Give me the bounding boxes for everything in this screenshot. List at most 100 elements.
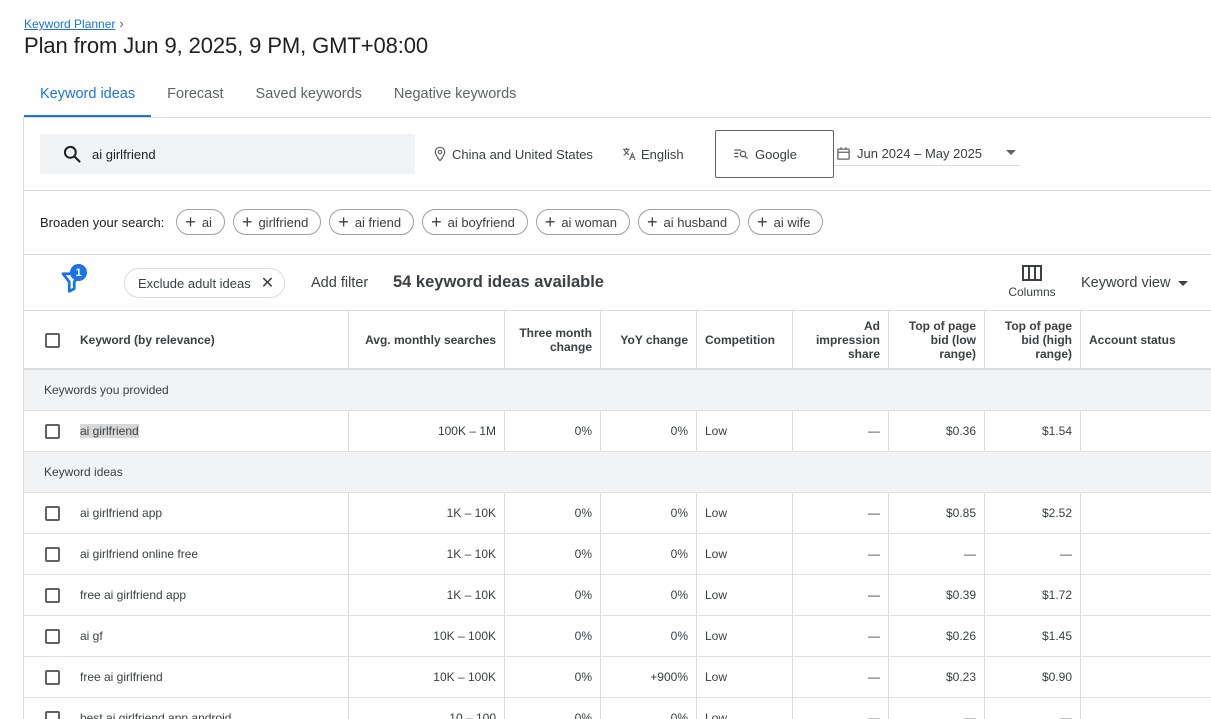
select-all-checkbox[interactable] bbox=[45, 332, 60, 348]
cell-competition: Low bbox=[696, 411, 792, 451]
cell-account bbox=[1080, 575, 1211, 615]
cell-value: 0% bbox=[574, 711, 592, 719]
row-checkbox[interactable] bbox=[45, 670, 60, 685]
table-row[interactable]: free ai girlfriend 10K – 100K 0% +900% Low — $… bbox=[24, 657, 1211, 698]
column-header-impression-share[interactable]: Ad impression share bbox=[792, 311, 888, 368]
cell-value: +900% bbox=[650, 670, 688, 684]
tab-keyword-ideas[interactable]: Keyword ideas bbox=[24, 72, 152, 118]
cell-value: — bbox=[964, 711, 976, 719]
row-checkbox[interactable] bbox=[45, 588, 60, 603]
cell-value: $1.54 bbox=[1041, 424, 1072, 438]
plus-icon: + bbox=[338, 212, 349, 232]
row-checkbox[interactable] bbox=[45, 711, 60, 719]
cell-keyword: best ai girlfriend app android bbox=[72, 698, 348, 719]
table-header: Keyword (by relevance) Avg. monthly sear… bbox=[24, 310, 1211, 370]
columns-button[interactable]: Columns bbox=[1007, 265, 1057, 299]
cell-value: $0.85 bbox=[945, 506, 976, 520]
cell-value: $0.90 bbox=[1041, 670, 1072, 684]
cell-searches: 10K – 100K bbox=[348, 616, 504, 656]
row-checkbox[interactable] bbox=[45, 629, 60, 644]
filter-pill[interactable]: Exclude adult ideas ✕ bbox=[124, 268, 286, 298]
date-range-selector[interactable]: Jun 2024 – May 2025 bbox=[834, 142, 1020, 166]
column-header-bid-high[interactable]: Top of page bid (high range) bbox=[984, 311, 1080, 368]
keyword-text: ai gf bbox=[80, 629, 103, 643]
cell-keyword: ai girlfriend bbox=[72, 411, 348, 451]
cell-value: — bbox=[964, 547, 976, 561]
cell-searches: 10 – 100 bbox=[348, 698, 504, 719]
broaden-chip[interactable]: + ai boyfriend bbox=[422, 209, 528, 235]
column-header-searches[interactable]: Avg. monthly searches bbox=[348, 311, 504, 368]
tab-negative-keywords[interactable]: Negative keywords bbox=[378, 72, 533, 118]
column-header-three-month[interactable]: Three month change bbox=[504, 311, 600, 368]
cell-searches: 10K – 100K bbox=[348, 657, 504, 697]
calendar-icon bbox=[837, 147, 850, 160]
search-input[interactable] bbox=[92, 146, 392, 162]
close-icon[interactable]: ✕ bbox=[261, 273, 274, 293]
cell-value: 0% bbox=[670, 547, 688, 561]
keyword-view-label: Keyword view bbox=[1081, 275, 1171, 291]
cell-yoy: 0% bbox=[600, 575, 696, 615]
row-checkbox[interactable] bbox=[45, 424, 60, 439]
cell-value: 0% bbox=[574, 424, 592, 438]
cell-value: $0.36 bbox=[945, 424, 976, 438]
cell-bid-high: $2.52 bbox=[984, 493, 1080, 533]
broaden-search-bar: Broaden your search: + ai + girlfriend + ai… bbox=[40, 209, 824, 235]
column-header-account-status[interactable]: Account status bbox=[1080, 311, 1211, 368]
language-selector[interactable]: English bbox=[621, 146, 684, 162]
breadcrumb-keyword-planner-link[interactable]: Keyword Planner bbox=[24, 17, 115, 31]
cell-impression: — bbox=[792, 534, 888, 574]
search-box[interactable] bbox=[40, 134, 415, 174]
cell-account bbox=[1080, 616, 1211, 656]
cell-keyword: ai girlfriend app bbox=[72, 493, 348, 533]
table-row[interactable]: ai girlfriend app 1K – 10K 0% 0% Low — $0.85 $2… bbox=[24, 493, 1211, 534]
broaden-label: Broaden your search: bbox=[40, 214, 165, 230]
table-row[interactable]: best ai girlfriend app android 10 – 100 0%… bbox=[24, 698, 1211, 719]
broaden-chip[interactable]: + girlfriend bbox=[232, 209, 322, 235]
tab-forecast[interactable]: Forecast bbox=[151, 72, 239, 118]
location-label: China and United States bbox=[452, 146, 593, 162]
cell-value: — bbox=[868, 547, 880, 561]
network-label: Google bbox=[755, 146, 797, 162]
cell-bid-low: — bbox=[888, 534, 984, 574]
cell-value: Low bbox=[705, 424, 728, 438]
cell-value: Low bbox=[705, 629, 728, 643]
location-selector[interactable]: China and United States bbox=[432, 146, 593, 162]
broaden-chip[interactable]: + ai wife bbox=[748, 209, 824, 235]
column-header-competition[interactable]: Competition bbox=[696, 311, 792, 368]
table-row[interactable]: ai girlfriend 100K – 1M 0% 0% Low — $0.36 $1.54 bbox=[24, 411, 1211, 452]
page-title: Plan from Jun 9, 2025, 9 PM, GMT+08:00 bbox=[24, 33, 429, 58]
cell-three-month: 0% bbox=[504, 534, 600, 574]
cell-bid-high: $1.54 bbox=[984, 411, 1080, 451]
broaden-chip[interactable]: + ai woman bbox=[535, 209, 630, 235]
cell-account bbox=[1080, 493, 1211, 533]
plus-icon: + bbox=[185, 212, 196, 232]
column-header-bid-low[interactable]: Top of page bid (low range) bbox=[888, 311, 984, 368]
broaden-chip[interactable]: + ai husband bbox=[637, 209, 741, 235]
column-header-yoy[interactable]: YoY change bbox=[600, 311, 696, 368]
network-selector[interactable]: Google bbox=[715, 130, 834, 178]
table-row[interactable]: ai gf 10K – 100K 0% 0% Low — $0.26 $1.45 bbox=[24, 616, 1211, 657]
row-checkbox[interactable] bbox=[45, 506, 60, 521]
cell-bid-low: $0.39 bbox=[888, 575, 984, 615]
cell-competition: Low bbox=[696, 493, 792, 533]
add-filter-button[interactable]: Add filter bbox=[311, 275, 368, 291]
keyword-text: best ai girlfriend app android bbox=[80, 711, 232, 719]
broaden-chip[interactable]: + ai bbox=[176, 209, 225, 235]
cell-searches: 100K – 1M bbox=[348, 411, 504, 451]
broaden-chip[interactable]: + ai friend bbox=[329, 209, 415, 235]
keyword-view-dropdown[interactable]: Keyword view bbox=[1081, 275, 1189, 291]
table-row[interactable]: ai girlfriend online free 1K – 10K 0% 0% Low… bbox=[24, 534, 1211, 575]
cell-value: $0.23 bbox=[945, 670, 976, 684]
row-checkbox[interactable] bbox=[45, 547, 60, 562]
keyword-table: Keyword (by relevance) Avg. monthly sear… bbox=[24, 310, 1211, 719]
cell-bid-low: $0.23 bbox=[888, 657, 984, 697]
cell-value: — bbox=[868, 588, 880, 602]
tab-saved-keywords[interactable]: Saved keywords bbox=[240, 72, 378, 118]
table-row[interactable]: free ai girlfriend app 1K – 10K 0% 0% Low — $0… bbox=[24, 575, 1211, 616]
dropdown-arrow-icon bbox=[1178, 280, 1189, 286]
chevron-right-icon: › bbox=[119, 16, 124, 31]
cell-value: 0% bbox=[670, 506, 688, 520]
cell-account bbox=[1080, 657, 1211, 697]
dropdown-caret-icon bbox=[1006, 150, 1016, 155]
column-header-keyword[interactable]: Keyword (by relevance) bbox=[72, 311, 348, 368]
